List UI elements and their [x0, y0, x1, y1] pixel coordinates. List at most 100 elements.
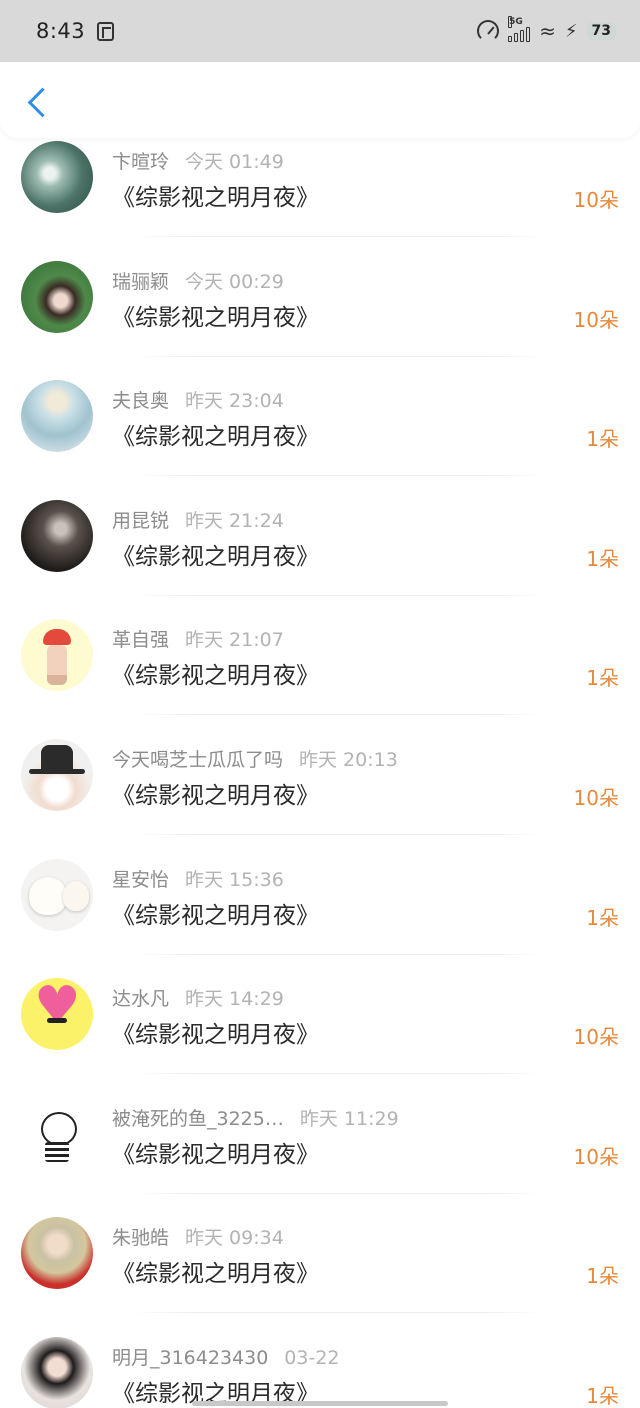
divider [134, 1312, 544, 1314]
divider [134, 953, 544, 955]
timestamp: 昨天 09:34 [185, 1227, 284, 1250]
list-item[interactable]: 用昆锐 昨天 21:24 《综影视之明月夜》 1朵 [0, 497, 640, 617]
user-name[interactable]: 革自强 [112, 629, 169, 651]
avatar[interactable] [21, 858, 93, 931]
avatar[interactable] [21, 141, 93, 213]
divider [134, 1073, 544, 1075]
book-title[interactable]: 《综影视之明月夜》 [112, 896, 319, 930]
avatar[interactable] [21, 260, 93, 333]
list-item-meta: 夫良奥 昨天 23:04 [112, 386, 284, 413]
timestamp: 今天 00:29 [185, 270, 284, 293]
timestamp: 昨天 21:07 [185, 629, 284, 652]
user-name[interactable]: 卞暄玲 [112, 151, 169, 173]
list-item[interactable]: 今天喝芝士瓜瓜了吗 昨天 20:13 《综影视之明月夜》 10朵 [0, 736, 640, 856]
nav-header [0, 62, 640, 138]
book-title[interactable]: 《综影视之明月夜》 [112, 537, 319, 571]
list-item[interactable]: 革自强 昨天 21:07 《综影视之明月夜》 1朵 [0, 616, 640, 736]
list-item-meta: 革自强 昨天 21:07 [112, 625, 284, 652]
gift-amount: 10朵 [573, 1144, 619, 1169]
list-item-meta: 卞暄玲 今天 01:49 [112, 147, 284, 174]
divider [134, 355, 544, 357]
book-title[interactable]: 《综影视之明月夜》 [112, 178, 319, 212]
list-item-meta: 星安怡 昨天 15:36 [112, 865, 284, 892]
wifi-icon: ≈ [539, 19, 556, 43]
list-item[interactable]: 夫良奥 昨天 23:04 《综影视之明月夜》 1朵 [0, 377, 640, 497]
user-name[interactable]: 达水凡 [112, 988, 169, 1010]
list-item-meta: 用昆锐 昨天 21:24 [112, 506, 284, 533]
divider [134, 475, 544, 477]
gift-amount: 10朵 [573, 307, 619, 332]
user-name[interactable]: 夫良奥 [112, 390, 169, 412]
list-item-meta: 瑞骊颖 今天 00:29 [112, 267, 284, 294]
book-title[interactable]: 《综影视之明月夜》 [112, 1135, 319, 1169]
list-item[interactable]: 朱驰皓 昨天 09:34 《综影视之明月夜》 1朵 [0, 1214, 640, 1334]
notification-icon [97, 21, 115, 41]
timestamp: 昨天 11:29 [299, 1107, 399, 1130]
user-name[interactable]: 被淹死的鱼_3225… [112, 1108, 284, 1130]
home-indicator[interactable] [192, 1401, 448, 1406]
status-time: 8:43 [36, 19, 86, 43]
timestamp: 03-22 [284, 1346, 340, 1369]
book-title[interactable]: 《综影视之明月夜》 [112, 776, 319, 810]
gift-amount: 1朵 [586, 1383, 619, 1408]
user-name[interactable]: 星安怡 [112, 869, 169, 891]
list-item[interactable]: 卞暄玲 今天 01:49 《综影视之明月夜》 10朵 [0, 138, 640, 258]
gift-amount: 1朵 [586, 905, 619, 930]
avatar[interactable] [21, 1217, 93, 1290]
gift-amount: 1朵 [586, 666, 619, 691]
charging-bolt-icon: ⚡ [564, 20, 578, 42]
user-name[interactable]: 今天喝芝士瓜瓜了吗 [112, 749, 283, 771]
divider [134, 236, 544, 237]
divider [134, 594, 544, 596]
avatar[interactable] [21, 619, 93, 692]
timestamp: 昨天 15:36 [185, 868, 284, 891]
user-name[interactable]: 瑞骊颖 [112, 271, 169, 293]
book-title[interactable]: 《综影视之明月夜》 [112, 417, 319, 451]
book-title[interactable]: 《综影视之明月夜》 [112, 298, 319, 332]
divider [134, 833, 544, 835]
timestamp: 昨天 14:29 [185, 988, 284, 1011]
list-item-meta: 朱驰皓 昨天 09:34 [112, 1223, 284, 1250]
list-item-meta: 达水凡 昨天 14:29 [112, 984, 284, 1011]
avatar[interactable] [21, 978, 93, 1051]
divider [134, 1192, 544, 1194]
list-item[interactable]: 达水凡昨天 14:29 《综影视之明月夜》 10朵 [0, 975, 640, 1095]
status-icons: 5G ≈ ⚡ 73 [477, 16, 616, 43]
list-item[interactable]: 被淹死的鱼_3225… 昨天 11:29 《综影视之明月夜》 10朵 [0, 1095, 640, 1215]
avatar[interactable] [21, 380, 93, 453]
avatar[interactable] [21, 1097, 93, 1170]
list-item[interactable]: 瑞骊颖 今天 00:29 《综影视之明月夜》 10朵 [0, 258, 640, 378]
timestamp: 昨天 20:13 [299, 748, 398, 771]
gift-amount: 1朵 [586, 427, 619, 452]
gift-amount: 10朵 [573, 1025, 619, 1050]
network-type-label: 5G [508, 16, 523, 28]
user-name[interactable]: 朱驰皓 [112, 1227, 169, 1249]
gift-amount: 1朵 [586, 546, 619, 571]
timestamp: 今天 01:49 [185, 151, 284, 173]
book-title[interactable]: 《综影视之明月夜》 [112, 1015, 319, 1049]
status-bar: 8:43 5G ≈ ⚡ 73 [0, 0, 640, 62]
list-item-meta: 今天喝芝士瓜瓜了吗 昨天 20:13 [112, 745, 398, 772]
book-title[interactable]: 《综影视之明月夜》 [112, 656, 319, 690]
user-name[interactable]: 明月_316423430 [112, 1347, 268, 1369]
gift-amount: 10朵 [573, 188, 619, 212]
book-title[interactable]: 《综影视之明月夜》 [112, 1254, 319, 1288]
divider [134, 714, 544, 716]
gift-record-list: 卞暄玲 今天 01:49 《综影视之明月夜》 10朵 瑞骊颖 今天 00:29 《综影视之明… [0, 138, 640, 1408]
list-item-meta: 明月_316423430 03-22 [112, 1343, 340, 1370]
list-item[interactable]: 明月_316423430 03-22 《综影视之明月夜》 1朵 [0, 1334, 640, 1408]
gift-amount: 1朵 [586, 1264, 619, 1289]
back-button[interactable] [22, 84, 56, 124]
avatar[interactable] [21, 1336, 93, 1408]
speedometer-icon [477, 20, 500, 42]
user-name[interactable]: 用昆锐 [112, 510, 169, 532]
list-item-meta: 被淹死的鱼_3225… 昨天 11:29 [112, 1104, 399, 1131]
battery-level: 73 [586, 22, 616, 40]
avatar[interactable] [21, 499, 93, 572]
cellular-signal-icon: 5G [508, 16, 531, 42]
gift-amount: 10朵 [573, 785, 619, 810]
avatar[interactable] [21, 738, 93, 811]
timestamp: 昨天 23:04 [185, 390, 284, 413]
timestamp: 昨天 21:24 [185, 509, 284, 532]
list-item[interactable]: 星安怡 昨天 15:36 《综影视之明月夜》 1朵 [0, 856, 640, 976]
